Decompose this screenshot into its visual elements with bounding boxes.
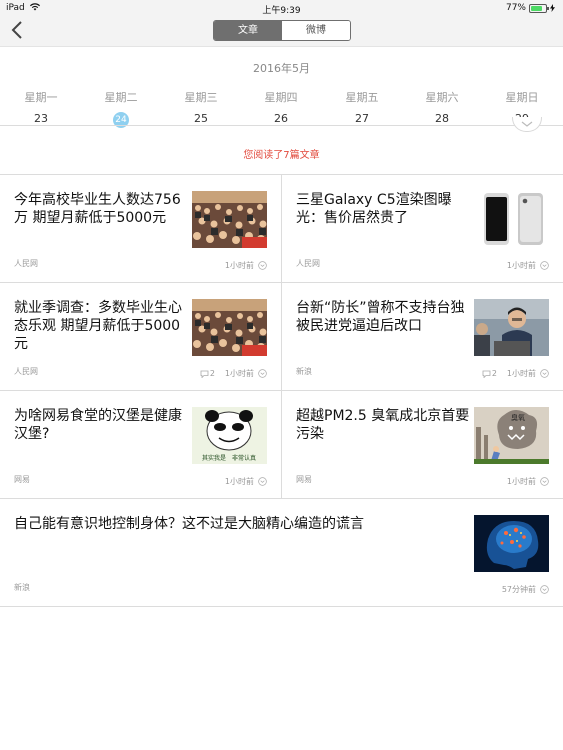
article-meta: 57分钟前 [502,584,549,595]
article-meta: 1小时前 [507,476,549,487]
article-title: 就业季调查：多数毕业生心态乐观 期望月薪低于5000元 [14,300,182,352]
article-card[interactable]: 为啥网易食堂的汉堡是健康汉堡? 其实我是 非常认真 网易 1小时前 [0,391,282,498]
article-meta: 1小时前 [507,260,549,271]
battery-icon [529,3,549,13]
article-meta: 2 1小时前 [482,368,549,379]
article-card[interactable]: 三星Galaxy C5渲染图曝光：售价居然贵了 人民网 1小时前 [282,175,563,282]
article-grid: 今年高校毕业生人数达756万 期望月薪低于5000元 人民网 1小时前 三星Ga… [0,174,563,607]
ozone-cartoon-thumbnail: 臭氧 [474,407,549,464]
article-row: 为啥网易食堂的汉堡是健康汉堡? 其实我是 非常认真 网易 1小时前 超越PM2.… [0,391,563,499]
article-source: 新浪 [296,367,312,376]
article-source: 网易 [14,475,30,484]
chevron-circle-icon[interactable] [258,261,267,270]
article-source: 人民网 [14,367,38,376]
article-card[interactable]: 就业季调查：多数毕业生心态乐观 期望月薪低于5000元 人民网 2 1小时前 [0,283,282,390]
article-time: 1小时前 [506,369,536,378]
article-card[interactable]: 台新“防长”曾称不支持台独 被民进党逼迫后改口 新浪 2 1小时前 [282,283,563,390]
chevron-down-icon [521,121,533,127]
article-card[interactable]: 今年高校毕业生人数达756万 期望月薪低于5000元 人民网 1小时前 [0,175,282,282]
back-chevron-icon[interactable] [8,19,28,41]
calendar-divider [0,125,563,126]
segmented-control: 文章 微博 [213,20,351,41]
comment-count: 2 [200,369,215,378]
calendar-month: 2016年5月 [253,62,310,75]
status-time: 上午9:39 [262,6,301,16]
status-bar: iPad 上午9:39 77% [0,0,563,16]
article-time: 57分钟前 [501,585,536,594]
comment-icon [200,370,209,378]
article-meta: 2 1小时前 [200,368,267,379]
comment-count: 2 [482,369,497,378]
calendar-day[interactable]: 星期三 25 [166,89,236,127]
article-source: 人民网 [14,259,38,268]
chevron-circle-icon[interactable] [540,261,549,270]
charging-icon [550,4,555,12]
panda-caption: 其实我是 非常认真 [202,454,256,462]
article-row: 今年高校毕业生人数达756万 期望月薪低于5000元 人民网 1小时前 三星Ga… [0,175,563,283]
phone-render-thumbnail [474,191,549,248]
status-right: 77% [506,3,555,13]
tab-weibo[interactable]: 微博 [282,21,350,40]
battery-fill [531,5,542,11]
weekday-label: 星期二 [104,91,138,104]
article-row: 就业季调查：多数毕业生心态乐观 期望月薪低于5000元 人民网 2 1小时前 台… [0,283,563,391]
expand-calendar-button[interactable] [512,117,542,132]
article-source: 人民网 [296,259,320,268]
article-time: 1小时前 [506,261,536,270]
calendar-day[interactable]: 星期四 26 [246,89,316,127]
crowd-photo-thumbnail [192,191,267,248]
calendar-week: 星期一 23 星期二 24 星期三 25 星期四 26 星期五 27 星期六 2… [0,89,563,128]
chevron-circle-icon[interactable] [258,477,267,486]
article-meta: 1小时前 [225,260,267,271]
article-time: 1小时前 [506,477,536,486]
article-source: 新浪 [14,583,30,592]
ozone-sign: 臭氧 [511,413,525,422]
article-title: 三星Galaxy C5渲染图曝光：售价居然贵了 [296,192,452,226]
article-row: 自己能有意识地控制身体？这不过是大脑精心编造的谎言 新浪 57分钟前 [0,499,563,607]
article-title: 自己能有意识地控制身体？这不过是大脑精心编造的谎言 [14,516,364,532]
weekday-label: 星期五 [345,91,379,104]
article-meta: 1小时前 [225,476,267,487]
chevron-circle-icon[interactable] [540,369,549,378]
panda-meme-thumbnail: 其实我是 非常认真 [192,407,267,464]
crowd-photo-thumbnail [192,299,267,356]
weekday-label: 星期三 [184,91,218,104]
read-count: 您阅读了7篇文章 [243,150,320,161]
nav-bar: 文章 微博 [0,16,563,47]
article-card[interactable]: 自己能有意识地控制身体？这不过是大脑精心编造的谎言 新浪 57分钟前 [0,499,563,606]
article-time: 1小时前 [224,369,254,378]
article-title: 台新“防长”曾称不支持台独 被民进党逼迫后改口 [296,300,465,334]
comment-icon [482,370,491,378]
comment-count-value: 2 [209,369,215,378]
article-source: 网易 [296,475,312,484]
article-title: 为啥网易食堂的汉堡是健康汉堡? [14,408,182,442]
brain-xray-thumbnail [474,515,549,572]
speaker-photo-thumbnail [474,299,549,356]
calendar-day-selected[interactable]: 星期二 24 [86,89,156,128]
weekday-label: 星期六 [425,91,459,104]
article-title: 超越PM2.5 臭氧成北京首要污染 [296,408,470,442]
calendar-day[interactable]: 星期六 28 [407,89,477,127]
weekday-label: 星期一 [24,91,58,104]
calendar-day[interactable]: 星期五 27 [327,89,397,127]
article-card[interactable]: 超越PM2.5 臭氧成北京首要污染 臭氧 网易 1小时前 [282,391,563,498]
chevron-circle-icon[interactable] [540,477,549,486]
battery-percent: 77% [505,3,526,13]
article-time: 1小时前 [224,477,254,486]
chevron-circle-icon[interactable] [258,369,267,378]
article-title: 今年高校毕业生人数达756万 期望月薪低于5000元 [14,192,181,226]
article-time: 1小时前 [224,261,254,270]
weekday-label: 星期日 [505,91,539,104]
tab-articles[interactable]: 文章 [214,21,282,40]
weekday-label: 星期四 [264,91,298,104]
comment-count-value: 2 [491,369,497,378]
calendar-day[interactable]: 星期一 23 [6,89,76,127]
chevron-circle-icon[interactable] [540,585,549,594]
